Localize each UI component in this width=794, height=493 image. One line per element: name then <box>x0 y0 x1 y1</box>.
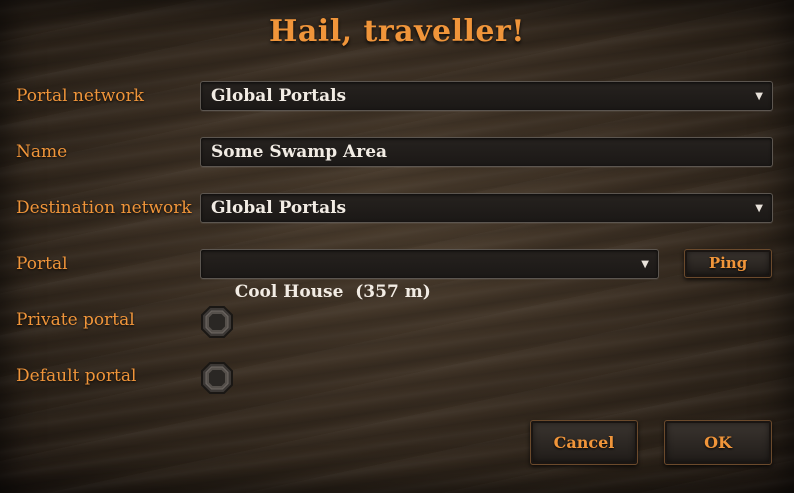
portal-dropdown[interactable]: Cool House (357 m) ▼ <box>200 249 659 302</box>
portal-value: Cool House (357 m) <box>234 282 431 302</box>
octagon-checkbox-icon <box>201 306 233 338</box>
destination-network-label: Destination network <box>16 198 192 218</box>
ping-button[interactable]: Ping <box>684 249 772 278</box>
private-portal-checkbox[interactable] <box>200 305 234 339</box>
portal-network-dropdown[interactable]: Global Portals ▼ <box>200 81 773 111</box>
dialog-title: Hail, traveller! <box>269 14 525 49</box>
default-portal-label: Default portal <box>16 366 137 386</box>
private-portal-label: Private portal <box>16 310 135 330</box>
portal-dialog: Hail, traveller! Portal network Global P… <box>0 0 794 493</box>
name-input[interactable]: Some Swamp Area <box>200 137 773 167</box>
destination-network-dropdown[interactable]: Global Portals ▼ <box>200 193 773 223</box>
ok-button[interactable]: OK <box>664 420 772 465</box>
chevron-down-icon: ▼ <box>641 259 649 270</box>
cancel-button[interactable]: Cancel <box>530 420 638 465</box>
octagon-checkbox-icon <box>201 362 233 394</box>
chevron-down-icon: ▼ <box>755 91 763 102</box>
portal-network-label: Portal network <box>16 86 144 106</box>
default-portal-checkbox[interactable] <box>200 361 234 395</box>
chevron-down-icon: ▼ <box>755 203 763 214</box>
portal-network-value: Global Portals <box>211 86 347 106</box>
name-input-value: Some Swamp Area <box>211 142 388 162</box>
destination-network-value: Global Portals <box>211 198 347 218</box>
portal-label: Portal <box>16 254 68 274</box>
name-label: Name <box>16 142 68 162</box>
